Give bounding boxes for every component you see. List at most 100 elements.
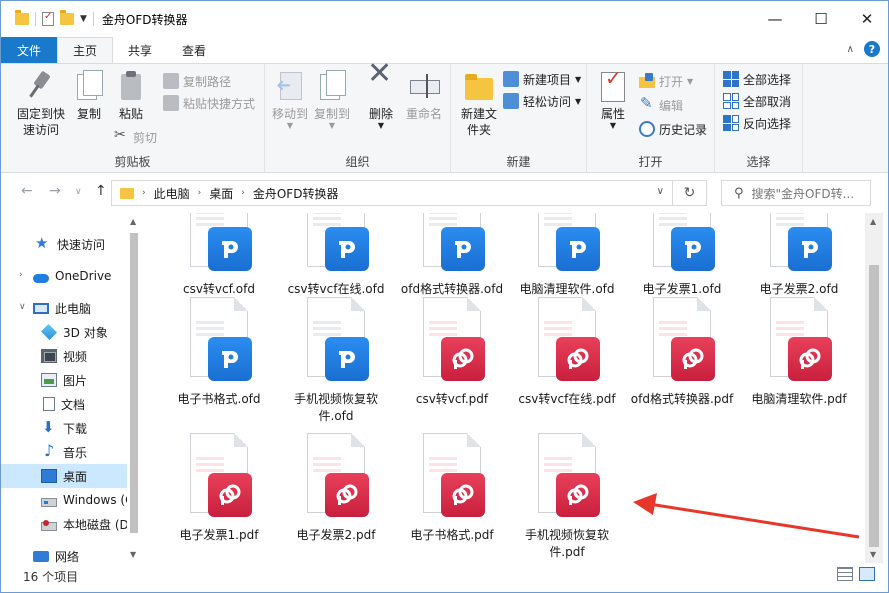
tab-share[interactable]: 共享 [113, 37, 167, 63]
forward-arrow-icon[interactable]: → [49, 183, 61, 199]
scrollbar-thumb[interactable] [869, 265, 879, 547]
file-name: 电子发票1.pdf [179, 528, 259, 542]
explorer-window: ▼ 金舟OFD转换器 — ☐ ✕ 文件 主页 共享 查看 ∧ ? 固定到快速访问 [0, 0, 889, 593]
cut-button[interactable]: 剪切 [113, 126, 157, 148]
ofd-file-icon [184, 297, 254, 389]
nav-item-3d-objects[interactable]: 3D 对象 [1, 320, 127, 344]
large-icons-view-icon[interactable] [859, 567, 875, 581]
history-button[interactable]: 历史记录 [639, 118, 707, 140]
close-button[interactable]: ✕ [844, 1, 888, 37]
ribbon-right-controls: ∧ ? [847, 41, 880, 57]
ofd-logo-icon [222, 351, 238, 368]
select-all-button[interactable]: 全部选择 [723, 68, 791, 90]
address-bar[interactable]: › 此电脑 › 桌面 › 金舟OFD转换器 ∨ [111, 180, 673, 206]
nav-item-music[interactable]: 音乐 [1, 440, 127, 464]
properties-icon[interactable] [42, 11, 54, 26]
chevron-down-icon[interactable]: ∨ [19, 302, 26, 312]
move-to-button[interactable]: 移动到 ▼ [269, 70, 311, 130]
breadcrumb-current-folder[interactable]: 金舟OFD转换器 [253, 185, 339, 202]
recent-locations-icon[interactable]: ∨ [75, 187, 82, 197]
properties-button[interactable]: 属性 ▼ [593, 70, 633, 130]
nav-item-videos[interactable]: 视频 [1, 344, 127, 368]
up-arrow-icon[interactable]: ↑ [95, 183, 107, 199]
file-item[interactable]: 电子发票2.ofd [747, 213, 851, 298]
delete-button[interactable]: 删除 ▼ [363, 66, 399, 130]
scrollbar-thumb[interactable] [130, 233, 138, 533]
file-name: 手机视频恢复软件.pdf [524, 528, 609, 559]
star-icon [35, 234, 51, 252]
edit-button[interactable]: 编辑 [639, 94, 683, 116]
file-type-badge [208, 337, 252, 381]
cloud-icon [33, 273, 49, 283]
file-item[interactable]: 电脑清理软件.pdf [747, 297, 851, 408]
file-item[interactable]: 电子发票1.ofd [630, 213, 734, 298]
select-none-button[interactable]: 全部取消 [723, 90, 791, 112]
paste-button[interactable]: 粘贴 [113, 70, 149, 122]
nav-item-downloads[interactable]: 下载 [1, 416, 127, 440]
nav-item-windows-c[interactable]: Windows (C [1, 488, 127, 512]
help-icon[interactable]: ? [864, 41, 880, 57]
maximize-button[interactable]: ☐ [798, 1, 844, 37]
item-count: 16 个项目 [23, 570, 79, 584]
tab-view[interactable]: 查看 [167, 37, 221, 63]
new-folder-button[interactable]: 新建文件夹 [455, 70, 503, 138]
scroll-up-icon[interactable]: ▲ [130, 217, 136, 226]
nav-scrollbar[interactable]: ▲ ▼ [127, 213, 141, 563]
file-item[interactable]: 电脑清理软件.ofd [515, 213, 619, 298]
address-dropdown-icon[interactable]: ∨ [657, 186, 664, 197]
search-input[interactable]: ⚲ 搜索"金舟OFD转... [721, 180, 871, 206]
invert-selection-button[interactable]: 反向选择 [723, 112, 791, 134]
file-item[interactable]: 电子书格式.pdf [400, 433, 504, 544]
minimize-button[interactable]: — [752, 1, 798, 37]
file-item[interactable]: 电子发票1.pdf [167, 433, 271, 544]
customize-dropdown-icon[interactable]: ▼ [80, 14, 87, 24]
nav-item-pictures[interactable]: 图片 [1, 368, 127, 392]
file-view-scrollbar[interactable]: ▲ ▼ [865, 213, 883, 563]
file-item[interactable]: 电子发票2.pdf [284, 433, 388, 544]
pdf-file-icon [184, 433, 254, 525]
file-item[interactable]: csv转vcf在线.pdf [515, 297, 619, 408]
pin-icon [25, 70, 57, 102]
new-folder-icon[interactable] [60, 10, 74, 25]
ofd-file-icon [764, 213, 834, 279]
ofd-logo-icon [455, 241, 471, 258]
refresh-icon[interactable]: ↻ [673, 180, 707, 206]
status-bar: 16 个项目 [1, 563, 888, 592]
file-item[interactable]: 手机视频恢复软件.ofd [284, 297, 388, 425]
tab-home[interactable]: 主页 [57, 37, 114, 63]
file-item[interactable]: csv转vcf.ofd [167, 213, 271, 298]
file-item[interactable]: 手机视频恢复软件.pdf [515, 433, 619, 561]
file-item[interactable]: 电子书格式.ofd [167, 297, 271, 408]
file-item[interactable]: ofd格式转换器.pdf [630, 297, 734, 408]
details-view-icon[interactable] [837, 567, 853, 581]
back-arrow-icon[interactable]: ← [21, 183, 33, 199]
pdf-file-icon [417, 433, 487, 525]
copy-to-button[interactable]: 复制到 ▼ [311, 70, 353, 130]
easy-access-button[interactable]: 轻松访问 ▼ [503, 90, 581, 112]
breadcrumb-desktop[interactable]: 桌面 [209, 185, 233, 202]
nav-item-documents[interactable]: 文档 [1, 392, 127, 416]
new-item-button[interactable]: 新建项目 ▼ [503, 68, 581, 90]
chevron-right-icon[interactable]: › [19, 270, 23, 280]
pdf-file-icon [647, 297, 717, 389]
nav-item-desktop[interactable]: 桌面 [1, 464, 127, 488]
copy-button[interactable]: 复制 [71, 70, 107, 122]
file-item[interactable]: csv转vcf在线.ofd [284, 213, 388, 298]
breadcrumb-this-pc[interactable]: 此电脑 [154, 185, 190, 202]
chevron-down-icon: ▼ [575, 74, 582, 84]
open-button[interactable]: 打开 ▼ [639, 70, 693, 92]
collapse-ribbon-icon[interactable]: ∧ [847, 44, 854, 55]
paste-shortcut-button[interactable]: 粘贴快捷方式 [163, 92, 255, 114]
scroll-down-icon[interactable]: ▼ [130, 550, 136, 559]
nav-item-local-disk-d[interactable]: 本地磁盘 (D [1, 512, 127, 536]
divider [92, 12, 94, 26]
pin-quick-access-button[interactable]: 固定到快速访问 [11, 70, 71, 138]
tab-file[interactable]: 文件 [1, 37, 58, 63]
nav-item-quick-access[interactable]: 快速访问 [1, 232, 127, 256]
scroll-up-icon[interactable]: ▲ [870, 217, 876, 226]
file-item[interactable]: ofd格式转换器.ofd [400, 213, 504, 298]
file-item[interactable]: csv转vcf.pdf [400, 297, 504, 408]
rename-button[interactable]: 重命名 [403, 70, 445, 122]
scroll-down-icon[interactable]: ▼ [870, 550, 876, 559]
copy-path-button[interactable]: 复制路径 [163, 70, 231, 92]
